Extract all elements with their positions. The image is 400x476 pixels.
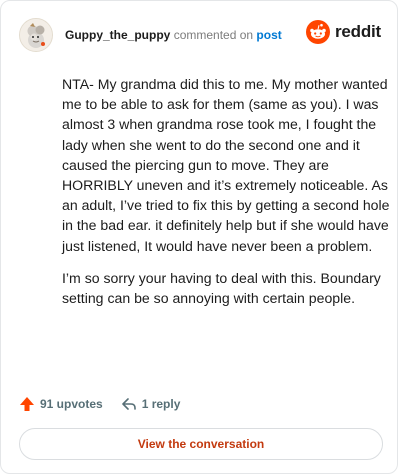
comment-body: NTA- My grandma did this to me. My mothe… [62, 74, 392, 320]
reply-arrow-icon [121, 398, 136, 410]
comment-footer: 91 upvotes 1 reply [19, 392, 180, 416]
comment-paragraph: NTA- My grandma did this to me. My mothe… [62, 76, 390, 254]
reply-button[interactable]: 1 reply [121, 396, 181, 412]
upvote-count: 91 upvotes [40, 397, 103, 411]
comment-header: Guppy_the_puppy commented on post reddit [19, 17, 381, 53]
upvote-button[interactable]: 91 upvotes [19, 396, 103, 412]
avatar-icon[interactable] [19, 18, 53, 52]
action-text: commented on [173, 28, 254, 42]
reddit-logo-icon [305, 20, 330, 44]
reddit-brand[interactable]: reddit [305, 20, 381, 44]
upvote-arrow-icon [20, 397, 34, 411]
post-link[interactable]: post [256, 28, 281, 42]
brand-text: reddit [334, 22, 381, 41]
view-conversation-button[interactable]: View the conversation [19, 428, 383, 460]
username-link[interactable]: Guppy_the_puppy [65, 28, 170, 42]
comment-paragraph: I’m so sorry your having to deal with th… [62, 269, 381, 307]
comment-meta: Guppy_the_puppy commented on post [65, 28, 282, 42]
reply-count: 1 reply [141, 397, 181, 411]
comment-card: Guppy_the_puppy commented on post reddit… [0, 0, 398, 474]
